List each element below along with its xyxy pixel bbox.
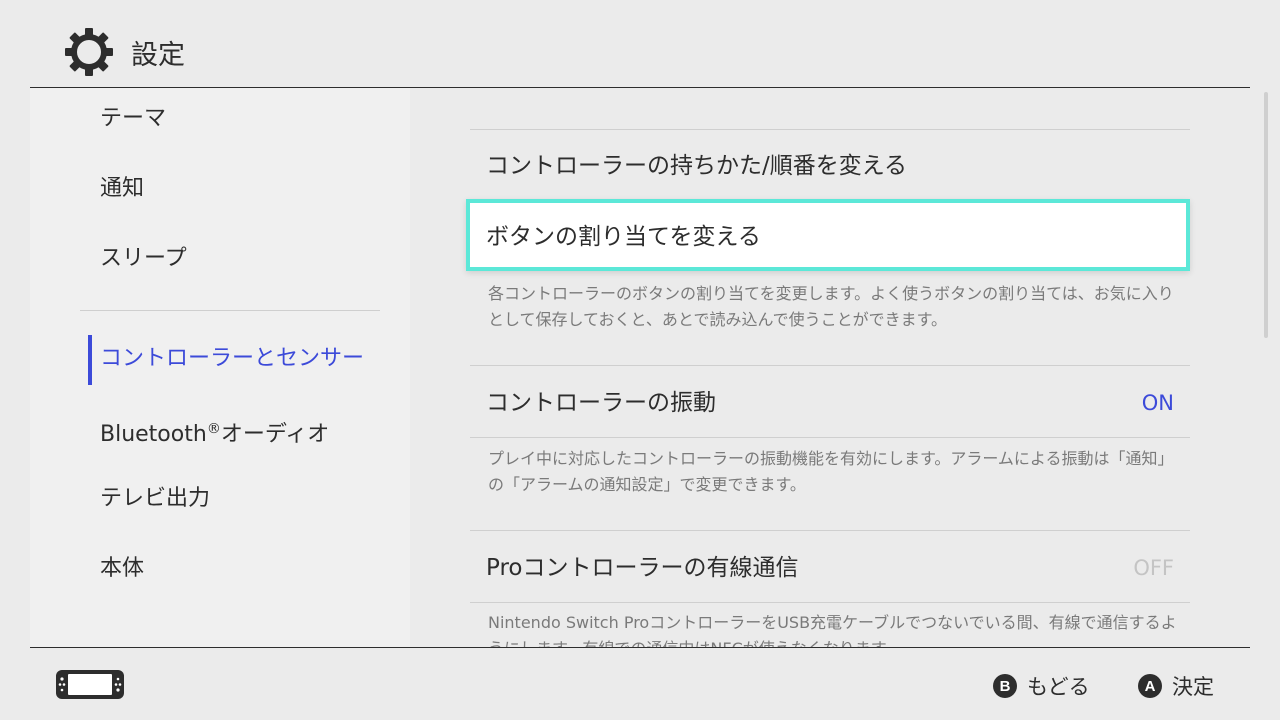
pro-controller-wired-value: OFF: [1133, 556, 1174, 580]
row-divider: [470, 129, 1190, 130]
row-divider: [470, 530, 1190, 531]
sidebar-item-theme[interactable]: テーマ: [100, 104, 166, 134]
sidebar-item-bluetooth-audio[interactable]: Bluetooth®オーディオ: [100, 414, 329, 450]
back-label: もどる: [1027, 675, 1090, 699]
sidebar-item-system[interactable]: 本体: [100, 554, 144, 584]
b-button-icon: B: [993, 674, 1017, 698]
scrollbar[interactable]: [1264, 92, 1268, 338]
remap-buttons-label: ボタンの割り当てを変える: [486, 224, 761, 250]
sidebar-item-notifications[interactable]: 通知: [100, 174, 144, 204]
sidebar-item-label-suffix: オーディオ: [220, 422, 330, 447]
confirm-label: 決定: [1172, 675, 1214, 699]
back-button[interactable]: B もどる: [993, 671, 1090, 701]
sidebar-active-indicator: [88, 335, 92, 385]
controller-vibration-value: ON: [1141, 391, 1174, 415]
remap-buttons-description: 各コントローラーのボタンの割り当てを変更します。よく使うボタンの割り当ては、お気…: [488, 284, 1174, 329]
settings-content: コントローラーの持ちかた/順番を変える ボタンの割り当てを変える 各コントローラ…: [410, 88, 1260, 647]
sidebar-item-sleep[interactable]: スリープ: [100, 244, 187, 274]
remap-buttons-option[interactable]: ボタンの割り当てを変える: [466, 199, 1190, 271]
page-title: 設定: [131, 40, 185, 71]
confirm-button[interactable]: A 決定: [1138, 671, 1214, 701]
row-divider: [470, 437, 1190, 438]
header: 設定: [0, 0, 1280, 88]
controller-vibration-description: プレイ中に対応したコントローラーの振動機能を有効にします。アラームによる振動は「…: [488, 449, 1174, 494]
pro-controller-wired-description: Nintendo Switch ProコントローラーをUSB充電ケーブルでつない…: [488, 613, 1177, 647]
controller-vibration-option[interactable]: コントローラーの振動: [486, 388, 716, 418]
row-divider: [470, 602, 1190, 603]
pro-controller-wired-option[interactable]: Proコントローラーの有線通信: [486, 553, 799, 583]
sidebar-item-label: Bluetooth: [100, 422, 207, 447]
registered-mark: ®: [206, 421, 221, 437]
sidebar: テーマ 通知 スリープ コントローラーとセンサー Bluetooth®オーディオ…: [30, 88, 410, 647]
sidebar-item-tv-output[interactable]: テレビ出力: [100, 484, 210, 514]
sidebar-item-controllers-sensors[interactable]: コントローラーとセンサー: [100, 344, 364, 374]
gear-icon: [65, 28, 113, 76]
console-icon: [56, 670, 124, 699]
a-button-icon: A: [1138, 674, 1162, 698]
footer-divider: [30, 647, 1250, 648]
row-divider: [470, 365, 1190, 366]
change-grip-order-option[interactable]: コントローラーの持ちかた/順番を変える: [486, 151, 907, 181]
sidebar-divider: [80, 310, 380, 311]
